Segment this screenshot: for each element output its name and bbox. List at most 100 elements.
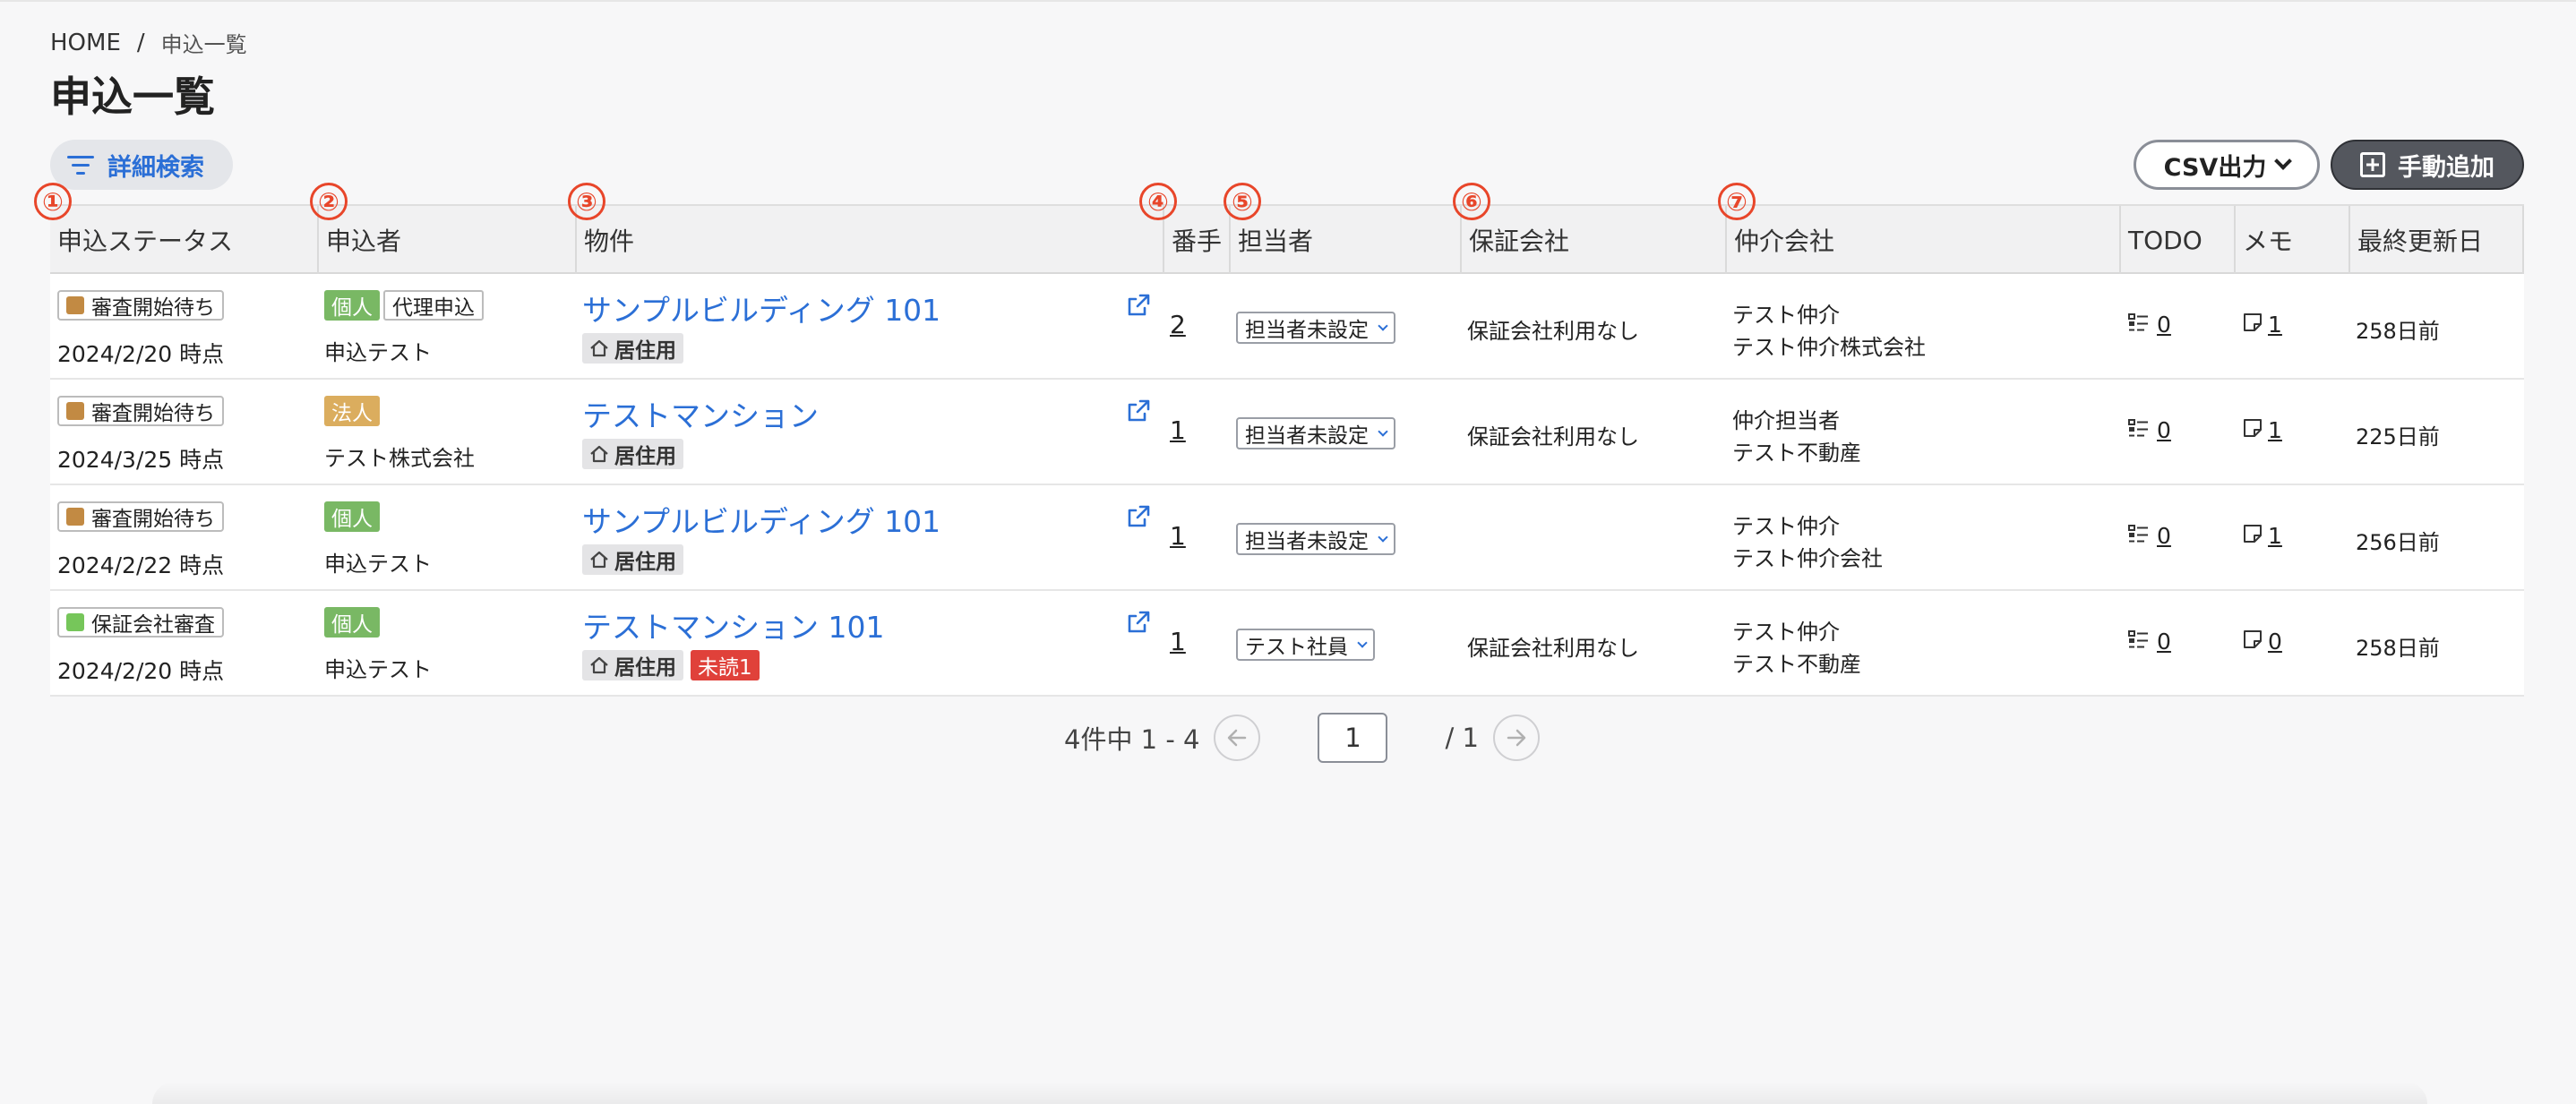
broker-company: テスト仲介株式会社 xyxy=(1732,335,1926,360)
property-link[interactable]: テストマンション 101 xyxy=(582,603,884,646)
rank-number-link[interactable]: 1 xyxy=(1170,415,1186,445)
arrow-right-icon[interactable] xyxy=(1492,715,1540,761)
usage-badge: 居住用 xyxy=(582,439,683,469)
guarantor-text: 保証会社利用なし xyxy=(1467,636,1639,661)
todo-link[interactable]: 0 xyxy=(2128,417,2171,443)
filter-icon xyxy=(66,154,95,175)
property-link[interactable]: サンプルビルディング 101 xyxy=(582,287,940,329)
rank-number-link[interactable]: 1 xyxy=(1170,627,1186,656)
memo-icon xyxy=(2243,417,2263,443)
table-row[interactable]: 審査開始待ち 2024/2/22 時点 個人 申込テスト サンプルビルディング 101 居… xyxy=(50,485,2524,591)
status-date: 2024/2/22 時点 xyxy=(57,552,225,578)
col-guarantor[interactable]: 保証会社 xyxy=(1460,206,1725,274)
memo-count: 0 xyxy=(2268,629,2282,655)
advanced-search-button[interactable]: 詳細検索 xyxy=(50,140,233,190)
col-status[interactable]: 申込ステータス xyxy=(50,206,317,274)
applications-table: 申込ステータス 申込者 物件 番手 担当者 保証会社 仲介会社 TODO メモ … xyxy=(50,204,2524,697)
applicant-name: テスト株式会社 xyxy=(324,446,475,471)
memo-link[interactable]: 0 xyxy=(2243,629,2282,655)
external-link-icon[interactable] xyxy=(1125,292,1152,319)
external-link-icon[interactable] xyxy=(1125,609,1152,636)
breadcrumb-home[interactable]: HOME xyxy=(50,30,121,56)
table-header: 申込ステータス 申込者 物件 番手 担当者 保証会社 仲介会社 TODO メモ … xyxy=(50,204,2524,274)
usage-badge: 居住用 xyxy=(582,333,683,364)
table-row[interactable]: 審査開始待ち 2024/3/25 時点 法人 テスト株式会社 テストマンション 居住用 1 担… xyxy=(50,380,2524,485)
advanced-search-label: 詳細検索 xyxy=(107,153,204,182)
property-tags: 居住用 xyxy=(582,544,683,575)
assignee-select[interactable]: 担当者未設定 xyxy=(1236,312,1395,344)
status-badge: 審査開始待ち xyxy=(57,396,224,426)
col-applicant[interactable]: 申込者 xyxy=(317,206,575,274)
annotation-5: ⑤ xyxy=(1224,183,1261,220)
external-link-icon[interactable] xyxy=(1125,398,1152,424)
memo-icon xyxy=(2243,629,2263,655)
manual-add-button[interactable]: 手動追加 xyxy=(2331,140,2524,190)
checklist-icon xyxy=(2128,312,2150,338)
breadcrumb-current: 申込一覧 xyxy=(160,32,247,57)
memo-link[interactable]: 1 xyxy=(2243,523,2282,549)
applicant-type-badge: 個人 xyxy=(324,290,380,321)
todo-link[interactable]: 0 xyxy=(2128,523,2171,549)
rank-number-link[interactable]: 1 xyxy=(1170,521,1186,551)
col-updated[interactable]: 最終更新日 xyxy=(2348,206,2522,274)
arrow-left-icon[interactable] xyxy=(1214,715,1261,761)
table-body: 審査開始待ち 2024/2/20 時点 個人 代理申込 申込テスト サンプルビルディング … xyxy=(50,274,2524,697)
applicant-type-badge: 法人 xyxy=(324,396,380,426)
assignee-select[interactable]: テスト社員 xyxy=(1236,629,1375,661)
usage-text: 居住用 xyxy=(614,551,676,574)
assignee-select[interactable]: 担当者未設定 xyxy=(1236,417,1395,449)
checklist-icon xyxy=(2128,523,2150,549)
table-row[interactable]: 保証会社審査 2024/2/20 時点 個人 申込テスト テストマンション 101 居住用… xyxy=(50,591,2524,697)
csv-export-button[interactable]: CSV出力 xyxy=(2134,140,2320,190)
memo-count: 1 xyxy=(2268,417,2282,443)
status-text: 審査開始待ち xyxy=(91,296,215,320)
memo-link[interactable]: 1 xyxy=(2243,312,2282,338)
usage-text: 居住用 xyxy=(614,445,676,468)
plus-square-icon xyxy=(2360,152,2385,177)
col-broker[interactable]: 仲介会社 xyxy=(1725,206,2119,274)
rank-number-link[interactable]: 2 xyxy=(1170,310,1186,339)
memo-link[interactable]: 1 xyxy=(2243,417,2282,443)
applicant-tags: 法人 xyxy=(324,396,380,426)
col-memo[interactable]: メモ xyxy=(2234,206,2348,274)
chevron-down-icon xyxy=(1378,532,1388,543)
usage-badge: 居住用 xyxy=(582,650,683,680)
assignee-value: 担当者未設定 xyxy=(1245,424,1369,448)
property-link[interactable]: テストマンション xyxy=(582,392,819,435)
table-row[interactable]: 審査開始待ち 2024/2/20 時点 個人 代理申込 申込テスト サンプルビルディング … xyxy=(50,274,2524,380)
status-text: 保証会社審査 xyxy=(91,613,215,637)
broker-contact: 仲介担当者 xyxy=(1732,408,1840,433)
pagination: 4件中 1 - 4 1 / 1 xyxy=(1064,713,1540,763)
checklist-icon xyxy=(2128,629,2150,655)
unread-badge: 未読1 xyxy=(691,650,760,680)
usage-badge: 居住用 xyxy=(582,544,683,575)
col-todo[interactable]: TODO xyxy=(2119,206,2234,274)
property-tags: 居住用 未読1 xyxy=(582,650,760,680)
annotation-7: ⑦ xyxy=(1718,183,1756,220)
todo-link[interactable]: 0 xyxy=(2128,312,2171,338)
col-property[interactable]: 物件 xyxy=(575,206,1163,274)
broker-contact: テスト仲介 xyxy=(1732,620,1840,645)
external-link-icon[interactable] xyxy=(1125,503,1152,530)
broker-company: テスト不動産 xyxy=(1732,652,1861,677)
applicant-tags: 個人 代理申込 xyxy=(324,290,484,321)
property-link[interactable]: サンプルビルディング 101 xyxy=(582,498,940,541)
chevron-down-icon xyxy=(1357,638,1368,648)
applicant-name: 申込テスト xyxy=(324,657,432,682)
assignee-select[interactable]: 担当者未設定 xyxy=(1236,523,1395,555)
broker-company: テスト不動産 xyxy=(1732,441,1861,466)
col-assignee[interactable]: 担当者 xyxy=(1229,206,1460,274)
status-color-icon xyxy=(66,402,84,420)
todo-link[interactable]: 0 xyxy=(2128,629,2171,655)
annotation-1: ① xyxy=(34,183,72,220)
checklist-icon xyxy=(2128,417,2150,443)
chevron-down-icon xyxy=(2274,152,2293,170)
house-icon xyxy=(589,339,609,357)
page-input[interactable]: 1 xyxy=(1318,713,1388,763)
applicant-tags: 個人 xyxy=(324,607,380,638)
last-updated: 225日前 xyxy=(2356,424,2440,449)
status-text: 審査開始待ち xyxy=(91,402,215,425)
col-number[interactable]: 番手 xyxy=(1163,206,1229,274)
chevron-down-icon xyxy=(1378,321,1388,331)
applicant-type-badge: 個人 xyxy=(324,607,380,638)
